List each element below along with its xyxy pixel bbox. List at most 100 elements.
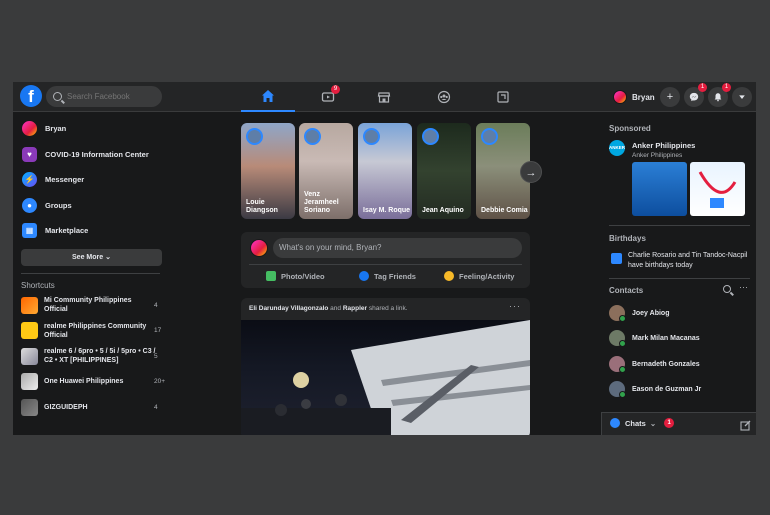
photo-video-button[interactable]: Photo/Video — [266, 269, 325, 283]
composer-input[interactable]: What's on your mind, Bryan? — [273, 238, 522, 258]
watch-badge: 9 — [331, 85, 340, 94]
groups-icon: ● — [22, 197, 37, 213]
story-author: Louie Diangson — [246, 199, 278, 214]
shortcut-item[interactable]: GIZGUIDEPH 4 — [13, 395, 168, 421]
ad-name[interactable]: Anker Philippines — [632, 141, 695, 150]
notifications-button[interactable]: 1 — [708, 83, 731, 107]
chats-bar: Chats ⌄ 1 — [601, 412, 756, 435]
tag-friends-button[interactable]: Tag Friends — [359, 269, 416, 283]
avatar — [609, 330, 626, 347]
shortcut-count: 5 — [154, 352, 158, 360]
shortcut-count: 20+ — [154, 378, 166, 386]
left-sidebar: Bryan ♥ COVID-19 Information Center ⚡ Me… — [13, 116, 168, 420]
shortcut-item[interactable]: Mi Community Philippines Official 4 — [13, 293, 168, 319]
shortcut-name: realme Philippines Community Official — [44, 322, 147, 339]
contact-item[interactable]: Eason de Guzman Jr — [609, 378, 701, 400]
feeling-activity-button[interactable]: Feeling/Activity — [444, 269, 514, 283]
sidebar-item-label: Messenger — [45, 175, 85, 185]
sidebar-item-groups[interactable]: ● Groups — [13, 193, 168, 219]
more-options-icon[interactable]: ··· — [509, 301, 521, 311]
gaming-icon — [497, 91, 509, 103]
sidebar-item-covid[interactable]: ♥ COVID-19 Information Center — [13, 142, 168, 168]
messenger-icon: ⚡ — [22, 172, 37, 188]
facebook-window: f 9 Bryan + 1 — [13, 82, 756, 435]
chevron-down-icon: ⌄ — [105, 253, 111, 261]
sidebar-item-label: Marketplace — [45, 226, 89, 236]
contact-item[interactable]: Mark Milan Macanas — [609, 327, 700, 349]
create-button[interactable]: + — [660, 87, 680, 107]
avatar — [609, 305, 626, 322]
shortcut-item[interactable]: realme 6 / 6pro • 5 / 5i / 5pro • C3 / C… — [13, 344, 168, 370]
tab-watch[interactable]: 9 — [301, 82, 355, 112]
shortcut-count: 17 — [154, 327, 162, 335]
story-card[interactable]: Isay M. Roque — [358, 123, 412, 219]
story-card[interactable]: Jean Aquino — [417, 123, 471, 219]
contact-name: Bernadeth Gonzales — [632, 360, 700, 368]
tab-gaming[interactable] — [476, 82, 530, 112]
sidebar-item-marketplace[interactable]: ▦ Marketplace — [13, 218, 168, 244]
avatar — [613, 90, 627, 104]
facebook-logo-icon[interactable]: f — [20, 85, 42, 107]
search-icon — [53, 92, 62, 101]
tab-marketplace[interactable] — [357, 82, 411, 112]
sidebar-item-profile[interactable]: Bryan — [13, 116, 168, 142]
post-image[interactable] — [241, 320, 530, 435]
account-menu-button[interactable] — [732, 87, 752, 107]
ad-image[interactable] — [632, 162, 687, 216]
tag-friends-label: Tag Friends — [374, 271, 416, 281]
avatar — [609, 356, 626, 373]
search-input[interactable] — [67, 92, 157, 101]
profile-chip[interactable]: Bryan — [611, 87, 661, 107]
avatar — [609, 381, 626, 398]
story-card[interactable]: Venz Jeramheel Soriano — [299, 123, 353, 219]
sidebar-item-messenger[interactable]: ⚡ Messenger — [13, 167, 168, 193]
smiley-icon — [444, 271, 454, 281]
chats-badge: 1 — [664, 418, 675, 428]
post-header: Eli Darunday Villagonzalo and Rappler sh… — [249, 305, 408, 312]
post-connector: and — [330, 305, 342, 312]
shortcuts-title: Shortcuts — [21, 280, 55, 290]
divider — [609, 225, 750, 226]
user-name: Bryan — [632, 92, 655, 102]
contacts-search-icon[interactable] — [723, 285, 733, 295]
ad-image[interactable] — [690, 162, 745, 216]
story-author: Debbie Comia — [481, 207, 528, 214]
shortcut-thumbnail — [21, 373, 38, 391]
shortcut-thumbnail — [21, 322, 38, 340]
marketplace-icon — [377, 92, 391, 103]
shortcut-item[interactable]: realme Philippines Community Official 17 — [13, 318, 168, 344]
tab-groups[interactable] — [417, 82, 471, 112]
avatar — [481, 128, 498, 145]
contacts-options-icon[interactable]: ··· — [739, 282, 748, 292]
search-icon — [723, 285, 731, 293]
messenger-button[interactable]: 1 — [684, 83, 707, 107]
home-icon — [262, 90, 274, 102]
ad-logo[interactable]: ANKER — [609, 140, 625, 156]
photo-video-label: Photo/Video — [281, 271, 325, 281]
avatar — [422, 128, 439, 145]
tab-home[interactable] — [241, 82, 295, 112]
contact-item[interactable]: Joey Abiog — [609, 302, 669, 324]
post-page[interactable]: Rappler — [343, 305, 367, 312]
see-more-label: See More — [72, 253, 104, 261]
right-sidebar: Sponsored ANKER Anker Philippines Anker … — [609, 116, 756, 435]
post-author[interactable]: Eli Darunday Villagonzalo — [249, 305, 328, 312]
stories-next-button[interactable]: → — [520, 161, 542, 183]
divider — [21, 272, 160, 274]
shortcut-item[interactable]: One Huawei Philippines 20+ — [13, 369, 168, 395]
birthday-text[interactable]: Charlie Rosario and Tin Tandoc-Nacpil ha… — [628, 251, 750, 271]
story-card[interactable]: Louie Diangson — [241, 123, 295, 219]
chats-button[interactable]: Chats ⌄ 1 — [610, 418, 675, 428]
feeling-activity-label: Feeling/Activity — [459, 271, 515, 281]
post-composer: What's on your mind, Bryan? Photo/Video … — [241, 232, 530, 288]
arrow-right-icon: → — [525, 167, 537, 179]
marketplace-icon: ▦ — [22, 223, 37, 239]
contact-name: Joey Abiog — [632, 309, 670, 317]
shortcut-thumbnail — [21, 398, 38, 416]
see-more-button[interactable]: See More ⌄ — [21, 248, 162, 266]
search-box[interactable] — [46, 86, 162, 107]
story-author: Isay M. Roque — [363, 207, 411, 214]
contact-item[interactable]: Bernadeth Gonzales — [609, 353, 700, 375]
new-message-button[interactable] — [740, 418, 751, 435]
shortcut-count: 4 — [154, 403, 158, 411]
